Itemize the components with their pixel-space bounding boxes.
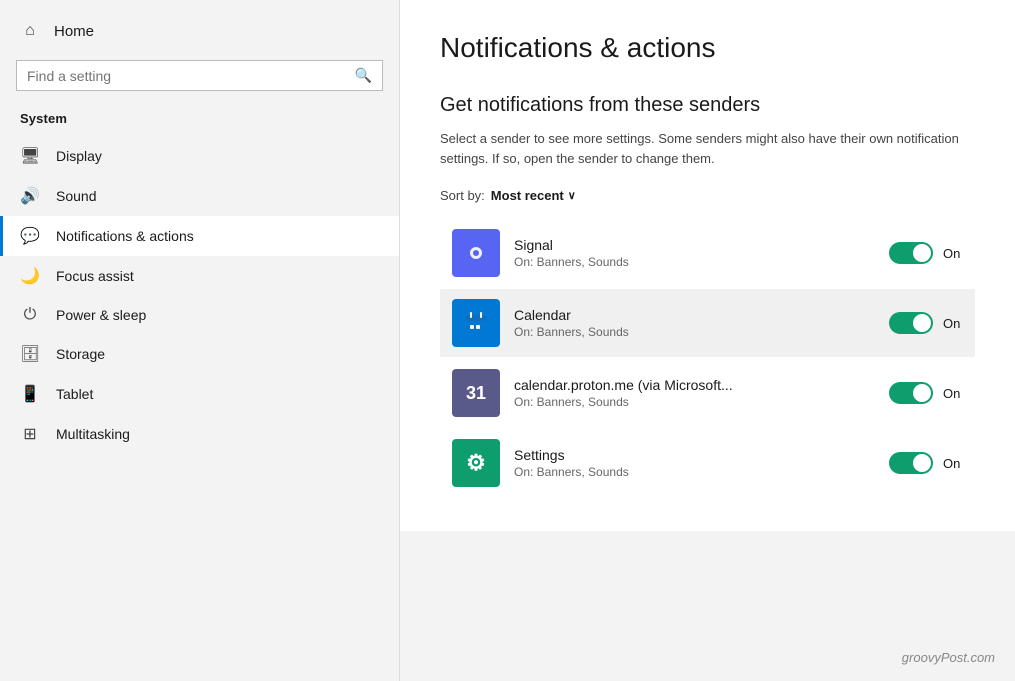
app-row-settings[interactable]: ⚙ Settings On: Banners, Sounds On [440,429,975,497]
home-label: Home [54,23,94,40]
signal-app-info: Signal On: Banners, Sounds [514,237,875,269]
proton-calendar-app-icon: 31 [452,369,500,417]
settings-app-info: Settings On: Banners, Sounds [514,447,875,479]
signal-toggle-group: On [889,242,963,264]
proton-calendar-app-status: On: Banners, Sounds [514,395,875,409]
signal-app-icon [452,229,500,277]
home-icon: ⌂ [20,22,40,40]
sidebar-item-label-multitasking: Multitasking [56,426,130,442]
settings-app-status: On: Banners, Sounds [514,465,875,479]
multitasking-icon: ⊞ [20,424,40,444]
search-input[interactable] [27,68,355,84]
sidebar-item-power-sleep[interactable]: ⏻ Power & sleep [0,296,399,334]
sidebar: ⌂ Home 🔍 System 🖥 Display 🔊 Sound 💬 Noti… [0,0,400,681]
search-box: 🔍 [16,60,383,91]
sidebar-item-multitasking[interactable]: ⊞ Multitasking [0,414,399,454]
sidebar-home-button[interactable]: ⌂ Home [0,10,399,52]
sidebar-item-label-sound: Sound [56,188,96,204]
watermark: groovyPost.com [902,650,995,665]
sidebar-item-display[interactable]: 🖥 Display [0,136,399,176]
sidebar-item-sound[interactable]: 🔊 Sound [0,176,399,216]
signal-app-status: On: Banners, Sounds [514,255,875,269]
settings-toggle-group: On [889,452,963,474]
sidebar-item-label-notifications: Notifications & actions [56,228,194,244]
calendar-app-icon [452,299,500,347]
sidebar-item-label-display: Display [56,148,102,164]
settings-app-name: Settings [514,447,875,463]
sidebar-item-focus-assist[interactable]: 🌙 Focus assist [0,256,399,296]
chevron-down-icon: ∨ [568,189,576,202]
sort-dropdown[interactable]: Most recent ∨ [491,188,576,203]
signal-toggle-label: On [943,246,963,261]
main-wrapper: Notifications & actions Get notification… [400,0,1015,681]
app-row-proton-calendar[interactable]: 31 calendar.proton.me (via Microsoft... … [440,359,975,427]
signal-app-name: Signal [514,237,875,253]
system-section-label: System [0,105,399,136]
storage-icon: 🗄 [20,344,40,364]
section-title: Get notifications from these senders [440,94,975,117]
sort-row: Sort by: Most recent ∨ [440,188,975,203]
settings-toggle[interactable] [889,452,933,474]
sort-by-label: Sort by: [440,188,485,203]
calendar-app-status: On: Banners, Sounds [514,325,875,339]
app-row-signal[interactable]: Signal On: Banners, Sounds On [440,219,975,287]
sidebar-item-tablet[interactable]: 📱 Tablet [0,374,399,414]
tablet-icon: 📱 [20,384,40,404]
settings-toggle-label: On [943,456,963,471]
signal-toggle[interactable] [889,242,933,264]
proton-calendar-toggle-group: On [889,382,963,404]
proton-calendar-app-name: calendar.proton.me (via Microsoft... [514,377,875,393]
proton-calendar-toggle-label: On [943,386,963,401]
sidebar-item-label-focus-assist: Focus assist [56,268,134,284]
power-sleep-icon: ⏻ [20,306,40,324]
sidebar-item-label-power-sleep: Power & sleep [56,307,146,323]
proton-calendar-toggle[interactable] [889,382,933,404]
display-icon: 🖥 [20,146,40,166]
focus-assist-icon: 🌙 [20,266,40,286]
calendar-toggle-label: On [943,316,963,331]
sidebar-item-label-tablet: Tablet [56,386,93,402]
sort-value-text: Most recent [491,188,564,203]
page-title: Notifications & actions [440,32,975,64]
search-button[interactable]: 🔍 [355,67,372,84]
calendar-app-name: Calendar [514,307,875,323]
sidebar-item-label-storage: Storage [56,346,105,362]
proton-calendar-app-info: calendar.proton.me (via Microsoft... On:… [514,377,875,409]
sidebar-item-storage[interactable]: 🗄 Storage [0,334,399,374]
calendar-toggle-group: On [889,312,963,334]
main-content: Notifications & actions Get notification… [400,0,1015,531]
section-description: Select a sender to see more settings. So… [440,129,960,168]
calendar-toggle[interactable] [889,312,933,334]
notifications-icon: 💬 [20,226,40,246]
settings-app-icon: ⚙ [452,439,500,487]
calendar-app-info: Calendar On: Banners, Sounds [514,307,875,339]
sidebar-item-notifications[interactable]: 💬 Notifications & actions [0,216,399,256]
app-row-calendar[interactable]: Calendar On: Banners, Sounds On [440,289,975,357]
sound-icon: 🔊 [20,186,40,206]
